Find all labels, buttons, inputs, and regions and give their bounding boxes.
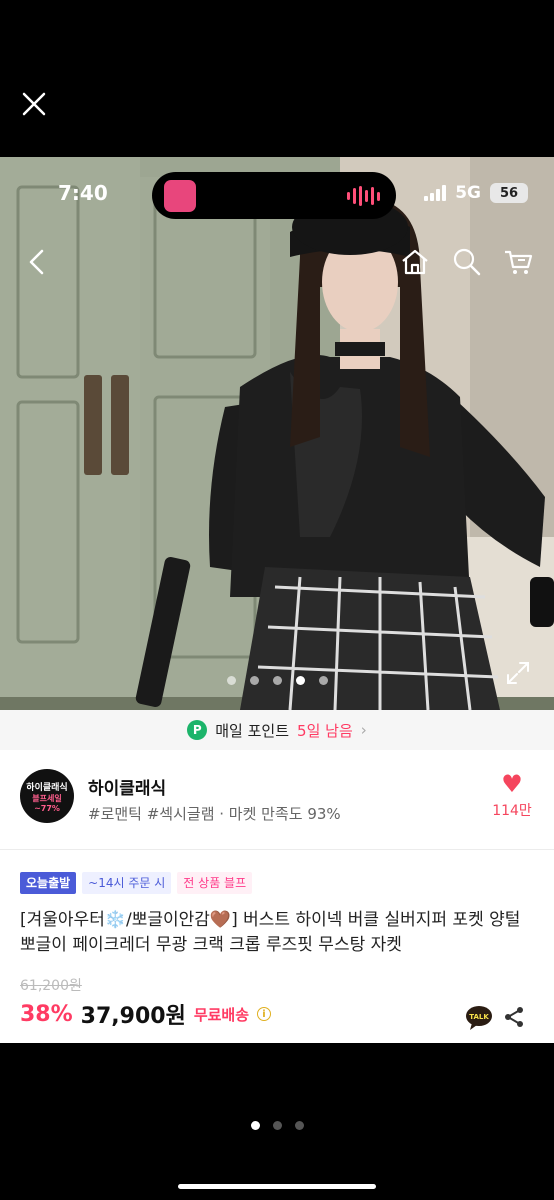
- photo-carousel-dots[interactable]: [0, 676, 554, 685]
- badge-black-friday: 전 상품 블프: [177, 872, 253, 894]
- badge-order-cutoff: ~14시 주문 시: [82, 872, 172, 894]
- viewer-page-dots[interactable]: [0, 1121, 554, 1130]
- signal-icon: [424, 185, 447, 201]
- carousel-dot[interactable]: [249, 676, 259, 685]
- points-label: 매일 포인트: [215, 721, 290, 740]
- sale-price: 37,900원: [80, 1004, 186, 1029]
- product-info: 오늘출발 ~14시 주문 시 전 상품 블프 [겨울아우터❄️/뽀글이안감🤎] …: [0, 850, 554, 1043]
- viewer-page-dot-active[interactable]: [250, 1121, 260, 1130]
- free-shipping-label: 무료배송: [193, 1005, 250, 1024]
- status-indicators: 5G 56: [424, 183, 528, 203]
- daily-points-banner[interactable]: P 매일 포인트 5일 남음 ›: [0, 710, 554, 750]
- chevron-right-icon: ›: [360, 721, 367, 739]
- chevron-left-icon[interactable]: [20, 245, 54, 279]
- points-icon: P: [187, 720, 208, 740]
- like-button[interactable]: ♥ 114만: [492, 772, 532, 820]
- seller-section[interactable]: 하이클래식 블프세일 ~77% 하이클래식 #로맨틱 #섹시글램 · 마켓 만족…: [0, 750, 554, 850]
- seller-logo-sale: 블프세일: [32, 793, 62, 803]
- audio-waveform-icon: [347, 186, 380, 206]
- home-icon[interactable]: [398, 245, 432, 279]
- network-label: 5G: [455, 183, 481, 203]
- seller-name[interactable]: 하이클래식: [88, 774, 166, 799]
- original-price: 61,200원: [20, 978, 82, 994]
- carousel-dot-active[interactable]: [295, 676, 305, 685]
- product-photo[interactable]: 7:40 5G 56: [0, 157, 554, 710]
- talk-label: TALK: [469, 1013, 489, 1021]
- heart-icon: ♥: [501, 770, 523, 798]
- viewer-page-dot[interactable]: [294, 1121, 304, 1130]
- expand-icon[interactable]: [505, 660, 531, 686]
- close-icon[interactable]: [18, 88, 50, 120]
- viewer-page-dot[interactable]: [272, 1121, 282, 1130]
- carousel-dot[interactable]: [318, 676, 328, 685]
- price-row: 38% 37,900원 무료배송 i: [20, 998, 272, 1030]
- product-title: [겨울아우터❄️/뽀글이안감🤎] 버스트 하이넥 버클 실버지퍼 포켓 양털 뽀…: [20, 910, 521, 955]
- carousel-dot[interactable]: [272, 676, 282, 685]
- image-viewer: 7:40 5G 56 P 매일 포인트 5일 남음 › 하이클래식 블프세일 ~…: [0, 0, 554, 1200]
- cart-icon[interactable]: [501, 245, 535, 279]
- photo-illustration: [0, 157, 554, 710]
- product-badges: 오늘출발 ~14시 주문 시 전 상품 블프: [20, 872, 253, 894]
- seller-tags: #로맨틱 #섹시글램 · 마켓 만족도 93%: [88, 805, 341, 823]
- search-icon[interactable]: [450, 245, 484, 279]
- carousel-dot[interactable]: [226, 676, 236, 685]
- dynamic-island: [152, 172, 396, 219]
- status-time: 7:40: [58, 181, 108, 205]
- battery-icon: 56: [490, 183, 528, 203]
- product-screenshot: 7:40 5G 56 P 매일 포인트 5일 남음 › 하이클래식 블프세일 ~…: [0, 157, 554, 1043]
- discount-rate: 38%: [20, 1001, 73, 1027]
- now-playing-artwork: [164, 180, 196, 212]
- share-icon[interactable]: [503, 1006, 525, 1028]
- badge-today-shipping: 오늘출발: [20, 872, 77, 894]
- seller-logo-name: 하이클래식: [26, 782, 68, 793]
- info-icon[interactable]: i: [257, 1007, 272, 1021]
- kakaotalk-icon[interactable]: TALK: [465, 1005, 493, 1031]
- points-days-left: 5일 남음: [297, 721, 353, 740]
- seller-logo[interactable]: 하이클래식 블프세일 ~77%: [20, 769, 74, 823]
- like-count: 114만: [492, 803, 532, 819]
- seller-logo-discount: ~77%: [34, 803, 60, 813]
- home-indicator[interactable]: [178, 1184, 376, 1189]
